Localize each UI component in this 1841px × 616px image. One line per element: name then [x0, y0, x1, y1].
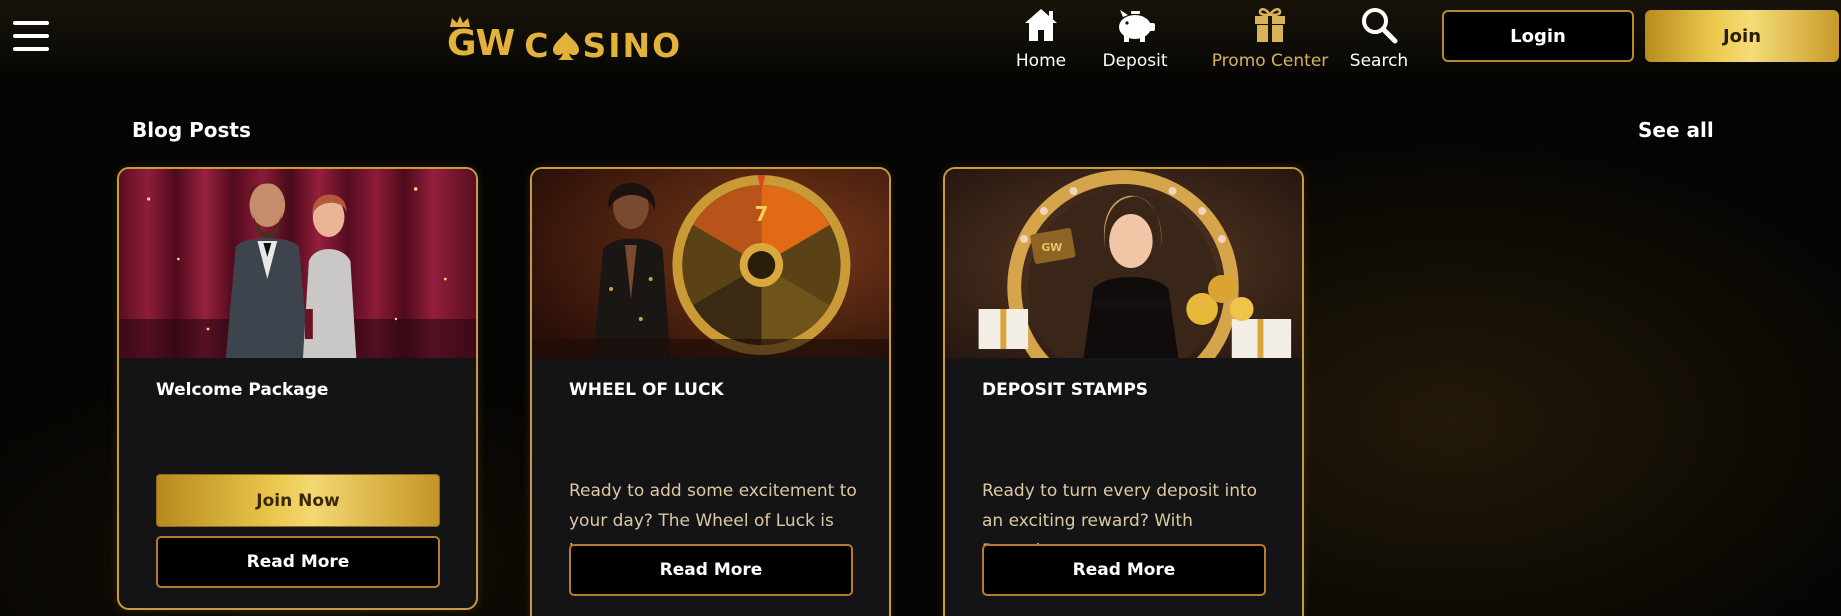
- read-more-button[interactable]: Read More: [569, 544, 853, 596]
- blog-card: 7 WHEEL OF LUCK Ready to add some excite…: [530, 167, 891, 616]
- nav-home[interactable]: Home: [1013, 6, 1069, 72]
- blog-card: Welcome Package Join Now Read More: [117, 167, 478, 610]
- nav-promo-center[interactable]: Promo Center: [1200, 6, 1340, 72]
- menu-line: [13, 21, 49, 25]
- nav-deposit[interactable]: Deposit: [1100, 6, 1170, 72]
- welcome-package-illustration: [119, 169, 476, 358]
- wheel-of-luck-illustration: 7: [532, 169, 889, 358]
- card-image-wheel-of-luck[interactable]: 7: [532, 169, 889, 358]
- nav-promo-center-label: Promo Center: [1211, 51, 1329, 71]
- top-navigation-bar: GW C SINO Home Deposit Promo Center Sear…: [0, 0, 1841, 82]
- crown-icon: [450, 16, 470, 27]
- card-image-welcome-package[interactable]: [119, 169, 476, 358]
- hamburger-menu-icon[interactable]: [13, 21, 49, 51]
- menu-line: [13, 47, 49, 51]
- section-title: Blog Posts: [132, 118, 251, 142]
- logo-text-left: C: [524, 26, 551, 65]
- spade-icon: [553, 32, 580, 60]
- blog-card: GW DEPOSIT STAMPS Ready to turn every de…: [943, 167, 1304, 616]
- logo-text-right: SINO: [582, 26, 683, 65]
- login-button[interactable]: Login: [1442, 10, 1634, 62]
- card-image-deposit-stamps[interactable]: GW: [945, 169, 1302, 358]
- card-title: WHEEL OF LUCK: [569, 380, 724, 400]
- join-button[interactable]: Join: [1645, 10, 1839, 62]
- join-now-button[interactable]: Join Now: [156, 474, 440, 527]
- nav-search-label: Search: [1349, 51, 1409, 71]
- card-title: DEPOSIT STAMPS: [982, 380, 1149, 400]
- svg-text:GW: GW: [1041, 241, 1062, 254]
- logo-wordmark: C SINO: [524, 29, 682, 62]
- logo-mark-text: GW: [447, 23, 515, 64]
- card-title: Welcome Package: [156, 380, 329, 400]
- deposit-stamps-illustration: GW: [945, 169, 1302, 358]
- site-logo[interactable]: GW C SINO: [447, 16, 682, 64]
- nav-search[interactable]: Search: [1348, 6, 1410, 72]
- gift-icon: [1255, 8, 1285, 42]
- see-all-link[interactable]: See all: [1638, 118, 1714, 142]
- nav-deposit-label: Deposit: [1102, 51, 1168, 71]
- home-icon: [1025, 9, 1057, 41]
- nav-home-label: Home: [1015, 51, 1067, 71]
- piggy-bank-icon: [1119, 10, 1155, 42]
- read-more-button[interactable]: Read More: [156, 536, 440, 588]
- logo-mark: GW: [447, 16, 515, 64]
- search-icon: [1362, 8, 1398, 44]
- svg-text:7: 7: [755, 203, 769, 226]
- menu-line: [13, 34, 49, 38]
- read-more-button[interactable]: Read More: [982, 544, 1266, 596]
